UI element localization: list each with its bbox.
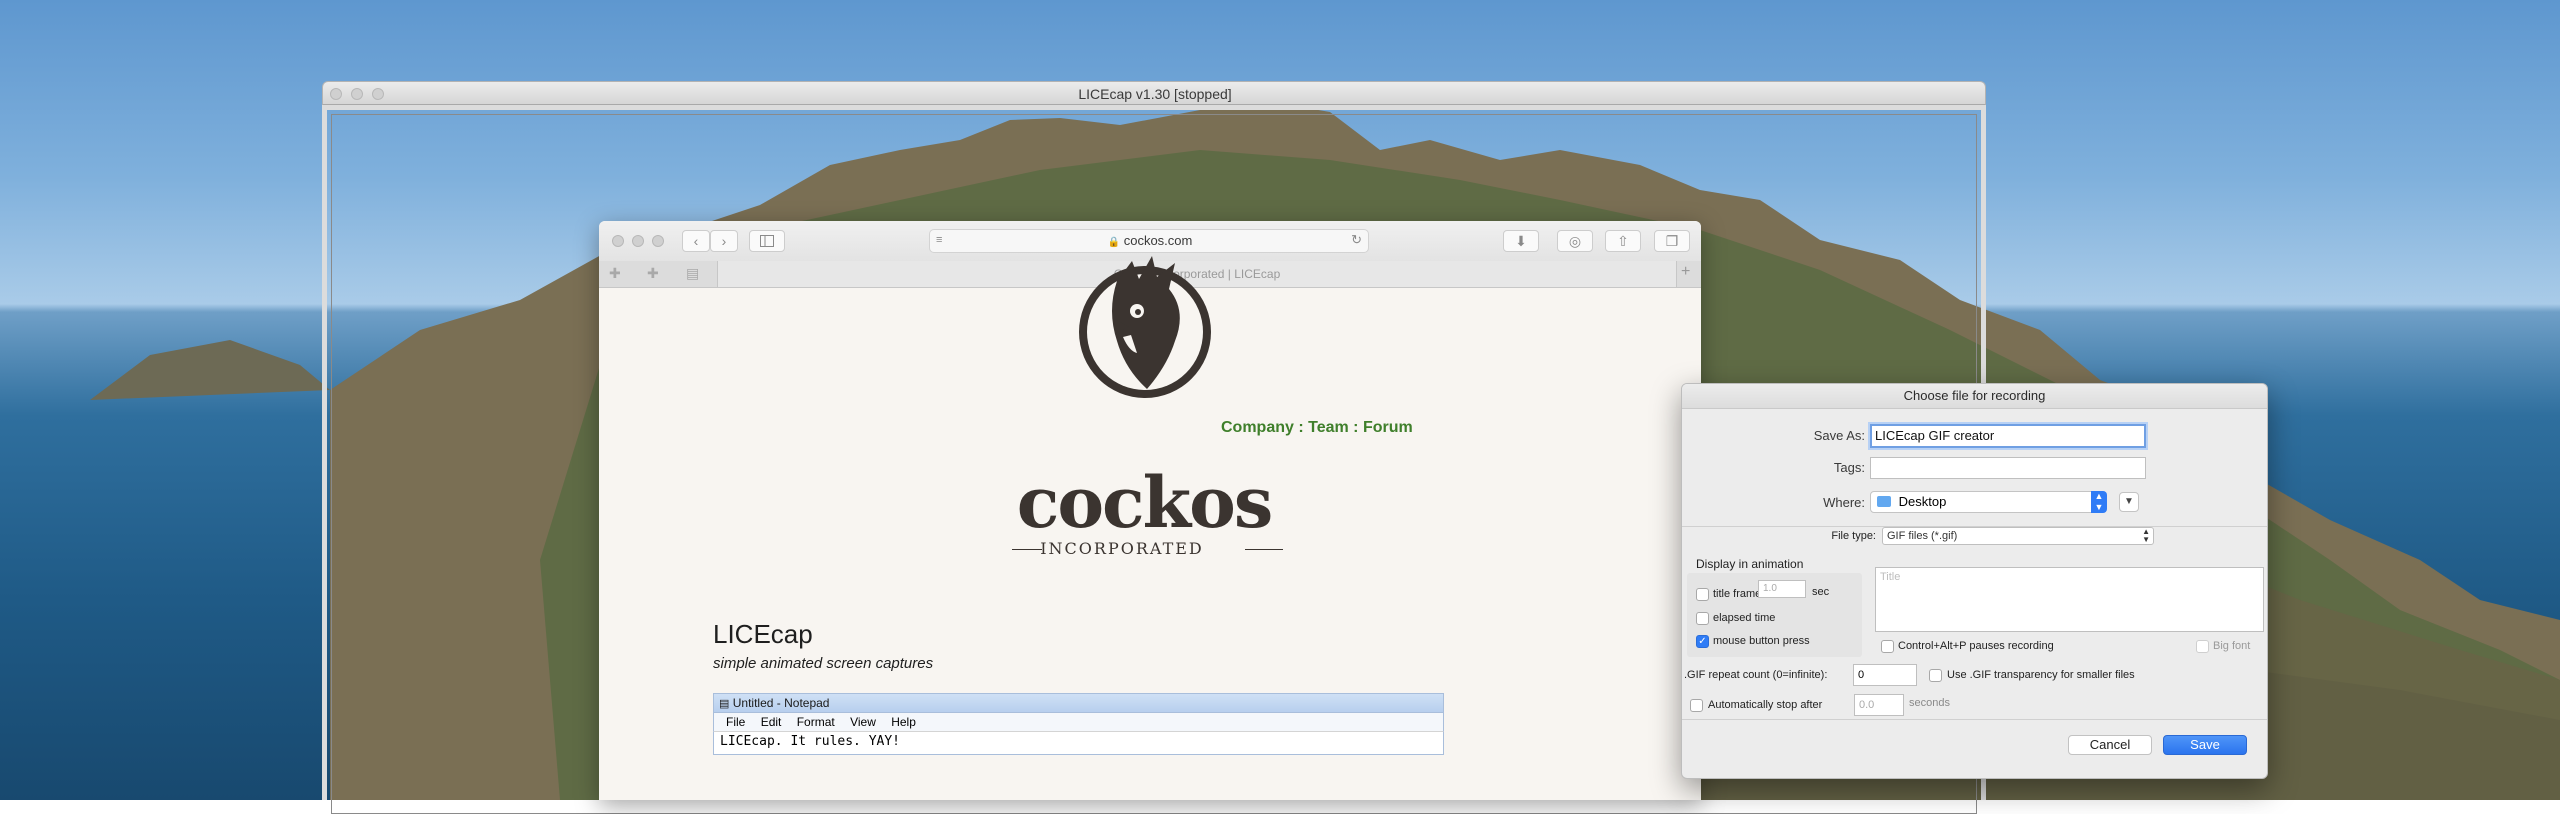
tabs-overview-button[interactable]: ❐ — [1654, 230, 1690, 252]
incorporated-wordmark: INCORPORATED — [1040, 539, 1204, 558]
save-as-label: Save As: — [1813, 428, 1865, 443]
repeat-count-input[interactable]: 0 — [1853, 664, 1917, 686]
download-icon: ⬇ — [1515, 233, 1527, 249]
page-subtitle: simple animated screen captures — [713, 655, 934, 672]
new-tab-icon[interactable]: + — [1681, 263, 1690, 281]
notepad-menu-format: Format — [796, 715, 835, 729]
auto-stop-label: Automatically stop after — [1708, 699, 1823, 711]
tabs-icon: ❐ — [1665, 233, 1679, 249]
notepad-menu-file: File — [726, 715, 746, 729]
pause-hotkey-label: Control+Alt+P pauses recording — [1898, 640, 2054, 652]
elapsed-time-label: elapsed time — [1713, 612, 1776, 624]
share-icon: ⇧ — [1617, 233, 1629, 249]
checkmark-icon: ✓ — [1698, 636, 1707, 647]
dialog-title: Choose file for recording — [1682, 384, 2267, 409]
notepad-icon: ▤ — [719, 698, 730, 710]
cockos-wordmark: cockos — [1016, 461, 1274, 544]
chevron-down-icon: ▼ — [2124, 496, 2134, 507]
display-group-label: Display in animation — [1696, 557, 1804, 571]
choose-file-dialog: Choose file for recording Save As: LICEc… — [1681, 383, 2268, 779]
file-type-value: GIF files (*.gif) — [1887, 530, 1958, 542]
title-frame-label: title frame: — [1713, 588, 1765, 600]
downloads-button[interactable]: ⬇ — [1503, 230, 1539, 252]
file-type-label: File type: — [1831, 530, 1876, 542]
save-button[interactable]: Save — [2163, 735, 2247, 755]
sidebar-button[interactable] — [749, 230, 785, 252]
seconds-label: seconds — [1909, 697, 1950, 709]
where-value: Desktop — [1898, 494, 1947, 509]
sidebar-icon — [760, 235, 774, 247]
notepad-title: Untitled - Notepad — [732, 696, 830, 710]
where-select[interactable]: Desktop — [1870, 491, 2106, 513]
licecap-titlebar[interactable]: LICEcap v1.30 [stopped] — [322, 81, 1986, 105]
big-font-label: Big font — [2213, 640, 2251, 652]
notepad-menu-edit: Edit — [760, 715, 782, 729]
tags-label: Tags: — [1833, 460, 1865, 475]
folder-icon — [1877, 496, 1891, 507]
notepad-menubar: File Edit Format View Help — [713, 713, 1444, 731]
notepad-text: LICEcap. It rules. YAY! — [713, 731, 1444, 755]
site-nav-links[interactable]: Company : Team : Forum — [1221, 419, 1413, 437]
chevron-right-icon: › — [721, 233, 727, 249]
safari-window: ‹ › ≡ 🔒 cockos.com ↻ ⬇ ◎ ⇧ ❐ ✚ ✚ ▤ Cocko… — [599, 221, 1701, 800]
where-label: Where: — [1823, 495, 1865, 510]
extension-icon: ◎ — [1568, 233, 1582, 249]
file-type-select[interactable]: GIF files (*.gif) ▲ ▼ — [1882, 527, 2154, 545]
puzzle-icon[interactable]: ✚ — [609, 265, 621, 282]
transparency-checbox[interactable] — [1929, 669, 1942, 682]
page-heading: LICEcap — [713, 619, 813, 649]
updown-arrows-icon: ▲ ▼ — [2142, 527, 2150, 544]
extension-button[interactable]: ◎ — [1557, 230, 1593, 252]
title-textarea[interactable]: Title — [1875, 567, 2264, 632]
safari-zoom-button[interactable] — [652, 235, 664, 247]
safari-minimize-button[interactable] — [632, 235, 644, 247]
notepad-titlebar: ▤ Untitled - Notepad — [713, 693, 1444, 713]
licecap-window-title: LICEcap v1.30 [stopped] — [1078, 86, 1232, 102]
safari-close-button[interactable] — [612, 235, 624, 247]
expand-dialog-button[interactable]: ▼ — [2119, 492, 2139, 512]
web-page: Company : Team : Forum cockos INCORPORAT… — [599, 256, 1701, 800]
reload-icon[interactable]: ↻ — [1351, 232, 1362, 248]
share-button[interactable]: ⇧ — [1605, 230, 1641, 252]
tags-input[interactable] — [1870, 457, 2146, 479]
auto-stop-checkbox[interactable] — [1690, 699, 1703, 712]
dialog-divider — [1682, 719, 2267, 720]
cancel-button[interactable]: Cancel — [2068, 735, 2152, 755]
rooster-logo — [1079, 256, 1211, 398]
title-placeholder: Title — [1880, 571, 1901, 583]
notepad-menu-help: Help — [891, 715, 916, 729]
sec-label: sec — [1812, 586, 1830, 598]
big-font-checkbox[interactable] — [2196, 640, 2209, 653]
mouse-press-checkbox[interactable]: ✓ — [1696, 635, 1709, 648]
repeat-count-label: .GIF repeat count (0=infinite): — [1684, 669, 1828, 681]
title-frame-seconds-input[interactable]: 1.0 — [1758, 580, 1806, 598]
mouse-press-label: mouse button press — [1713, 635, 1810, 647]
notepad-menu-view: View — [850, 715, 876, 729]
puzzle-icon[interactable]: ✚ — [647, 265, 659, 282]
wordmark-rule-right — [1245, 549, 1283, 550]
chevron-left-icon: ‹ — [693, 233, 699, 249]
auto-stop-input[interactable]: 0.0 — [1854, 694, 1904, 716]
elapsed-time-checkbox[interactable] — [1696, 612, 1709, 625]
forward-button[interactable]: › — [710, 230, 738, 252]
back-button[interactable]: ‹ — [682, 230, 710, 252]
save-as-input[interactable]: LICEcap GIF creator — [1870, 424, 2146, 448]
transparency-label: Use .GIF transparency for smaller files — [1947, 669, 2135, 681]
pause-hotkey-checkbox[interactable] — [1881, 640, 1894, 653]
notepad-screenshot: ▤ Untitled - Notepad File Edit Format Vi… — [713, 693, 1444, 773]
clapperboard-icon[interactable]: ▤ — [686, 265, 699, 282]
updown-arrows-icon[interactable]: ▲ ▼ — [2091, 491, 2107, 513]
title-frame-checkbox[interactable] — [1696, 588, 1709, 601]
